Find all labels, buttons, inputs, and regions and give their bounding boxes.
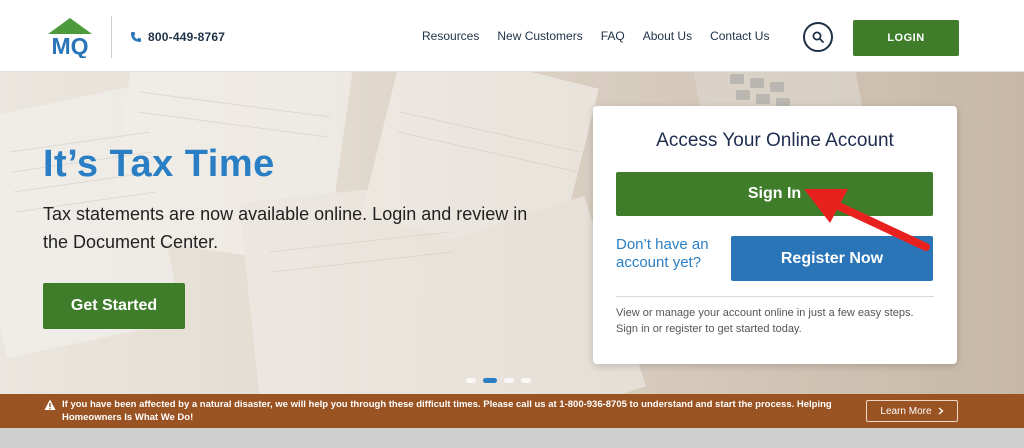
page-bottom-strip <box>0 428 1024 448</box>
nav-resources[interactable]: Resources <box>413 29 488 43</box>
site-header: MQ 800-449-8767 Resources New Customers … <box>0 0 1024 72</box>
chevron-right-icon <box>938 407 944 415</box>
nav-about-us[interactable]: About Us <box>634 29 701 43</box>
phone-link[interactable]: 800-449-8767 <box>130 29 225 45</box>
hero-description: Tax statements are now available online.… <box>43 204 528 252</box>
phone-number: 800-449-8767 <box>148 30 226 44</box>
disaster-alert-bar: If you have been affected by a natural d… <box>0 394 1024 428</box>
account-card-note: View or manage your account online in ju… <box>616 307 914 335</box>
nav-faq[interactable]: FAQ <box>592 29 634 43</box>
login-button[interactable]: LOGIN <box>853 20 959 56</box>
learn-more-label: Learn More <box>880 405 932 417</box>
get-started-button[interactable]: Get Started <box>43 283 185 329</box>
carousel-dot-active[interactable] <box>483 378 497 383</box>
carousel-dot[interactable] <box>504 378 514 383</box>
svg-text:MQ: MQ <box>51 33 88 58</box>
carousel-dots <box>466 378 531 383</box>
phone-icon <box>131 32 141 42</box>
nav-contact-us[interactable]: Contact Us <box>701 29 778 43</box>
main-nav: Resources New Customers FAQ About Us Con… <box>413 29 778 43</box>
search-icon <box>812 31 824 43</box>
card-divider <box>616 296 934 297</box>
header-divider <box>111 16 112 58</box>
carousel-dot[interactable] <box>466 378 476 383</box>
mq-logo[interactable]: MQ <box>42 16 98 58</box>
warning-icon <box>44 399 56 410</box>
account-card-title: Access Your Online Account <box>656 130 894 151</box>
carousel-dot[interactable] <box>521 378 531 383</box>
learn-more-button[interactable]: Learn More <box>866 400 958 422</box>
alert-message: If you have been affected by a natural d… <box>62 399 832 423</box>
no-account-link[interactable]: Don’t have an account yet? <box>616 236 726 272</box>
hero-title: It’s Tax Time <box>43 143 275 185</box>
red-arrow-annotation <box>804 189 930 251</box>
search-button[interactable] <box>803 22 833 52</box>
nav-new-customers[interactable]: New Customers <box>488 29 591 43</box>
